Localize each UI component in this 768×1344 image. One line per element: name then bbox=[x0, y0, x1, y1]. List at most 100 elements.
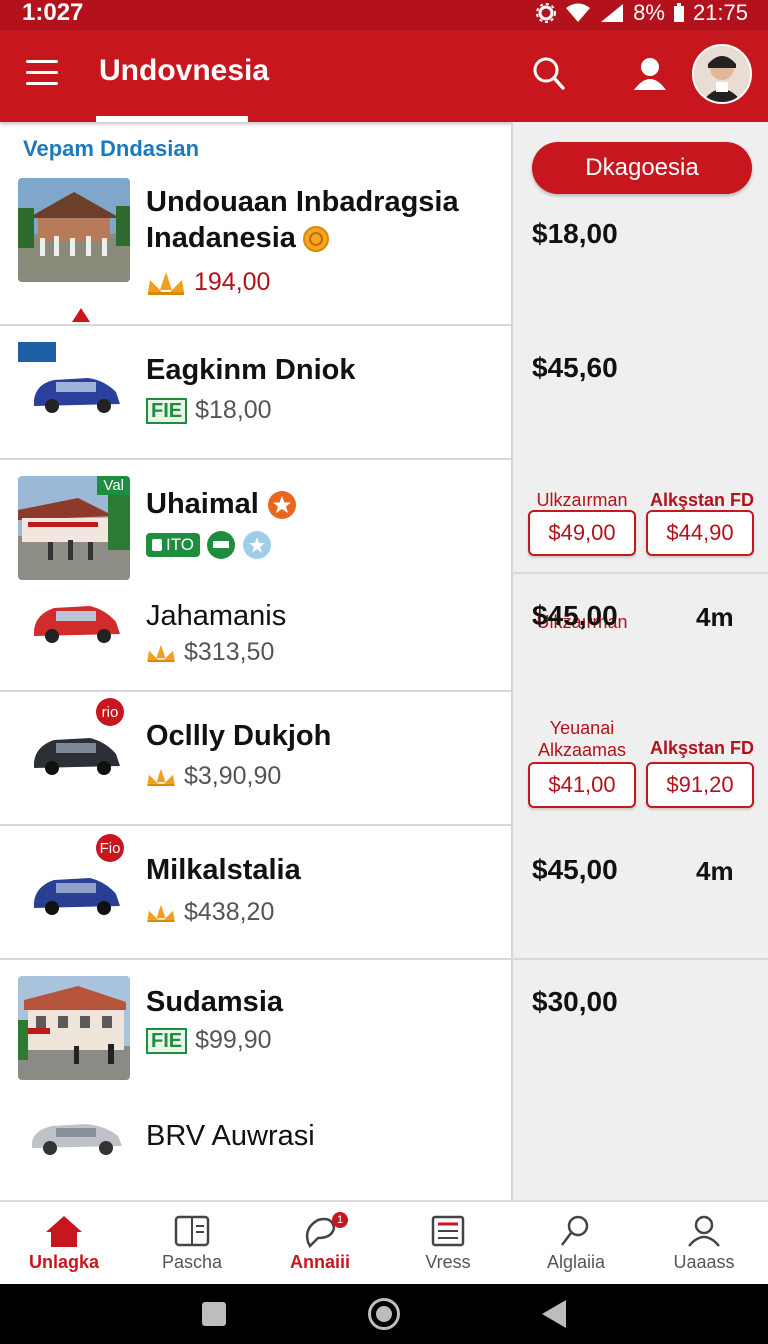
listing-photo bbox=[18, 976, 130, 1080]
home-icon bbox=[46, 1216, 82, 1247]
badge: rio bbox=[96, 698, 124, 726]
rating-value: 194,00 bbox=[194, 268, 271, 296]
tag: FIE bbox=[146, 1027, 188, 1054]
nav-label: Unlagka bbox=[28, 1252, 100, 1272]
price: $45,00 bbox=[532, 854, 618, 885]
listing-tags: ITO bbox=[146, 530, 272, 560]
settings-icon bbox=[536, 3, 557, 23]
battery-percent: 8% bbox=[633, 0, 665, 25]
car-image bbox=[34, 738, 120, 775]
listing-title: Jahamanis bbox=[146, 600, 287, 632]
listing-title: Ocllly Dukjoh bbox=[146, 720, 332, 752]
deal-option-button[interactable]: $49,00 bbox=[528, 510, 636, 556]
pin-icon bbox=[561, 1215, 589, 1246]
section-label[interactable]: Vepam Dndasian bbox=[23, 136, 199, 162]
listing-sub: FIE $99,90 bbox=[146, 1026, 272, 1055]
app-title: Undovnesia bbox=[99, 54, 270, 87]
nav-item-uaaass[interactable]: Uaaass bbox=[640, 1202, 768, 1284]
deal-label: Alkşstan FD bbox=[649, 738, 755, 758]
nav-label: Vress bbox=[425, 1252, 471, 1272]
status-time: 1:027 bbox=[22, 0, 84, 26]
nav-label: Annaiii bbox=[289, 1252, 350, 1272]
system-navigation-bar bbox=[0, 1284, 768, 1344]
listing-title: Sudamsia bbox=[146, 986, 283, 1018]
list-item[interactable]: Vepam Dndasian Undouaan Inbadragsia Inad… bbox=[0, 122, 768, 326]
sub-price: $18,00 bbox=[195, 396, 272, 424]
listing-title: Undouaan Inbadragsia bbox=[146, 186, 459, 218]
listing-title-line2: Inadanesia bbox=[146, 222, 330, 255]
status-bar: 1:027 8% 21:75 bbox=[0, 0, 768, 30]
deal-option-button[interactable]: $91,20 bbox=[646, 762, 754, 808]
tag: FIE bbox=[146, 397, 188, 424]
list-item[interactable]: Jahamanis $313,50 $45,00 4m bbox=[0, 574, 768, 692]
menu-icon[interactable] bbox=[26, 60, 58, 88]
listing-sub: FIE $18,00 bbox=[146, 396, 272, 425]
signal-icon bbox=[601, 4, 624, 22]
status-clock: 21:75 bbox=[692, 0, 748, 25]
distance: 4m bbox=[696, 856, 734, 886]
recents-button[interactable] bbox=[202, 1302, 226, 1326]
search-icon[interactable] bbox=[532, 56, 566, 92]
listing-title-text: Inadanesia bbox=[146, 222, 296, 254]
nav-badge: 1 bbox=[332, 1212, 348, 1228]
nav-item-algiaiia[interactable]: Alglaiia bbox=[512, 1202, 640, 1284]
badge: Fio bbox=[96, 834, 124, 862]
bottom-navigation: Unlagka Pascha 1 Annaiii Vress Alglaiia … bbox=[0, 1200, 768, 1284]
list-icon bbox=[431, 1215, 465, 1247]
account-icon[interactable] bbox=[632, 56, 668, 92]
app-bar: Undovnesia bbox=[0, 30, 768, 122]
lotus-icon bbox=[147, 768, 175, 786]
caret-up-icon bbox=[72, 308, 90, 322]
car-image bbox=[32, 1124, 122, 1155]
deal-label: Ulkzaırman bbox=[536, 490, 628, 510]
nav-label: Uaaass bbox=[673, 1252, 735, 1272]
listing-title: Eagkinm Dniok bbox=[146, 354, 356, 386]
price: $30,00 bbox=[532, 986, 618, 1017]
user-icon bbox=[688, 1215, 720, 1247]
list-item[interactable]: Eagkinm Dniok FIE $18,00 $45,60 bbox=[0, 324, 768, 460]
price: $45,00 bbox=[532, 600, 618, 631]
price: $18,00 bbox=[532, 218, 618, 249]
star-icon bbox=[243, 531, 272, 559]
nav-label: Pascha bbox=[161, 1252, 223, 1272]
tag: ITO bbox=[146, 533, 201, 557]
list-item[interactable]: Sudamsia FIE $99,90 $30,00 bbox=[0, 958, 768, 1088]
listing-rating: 194,00 bbox=[146, 268, 270, 297]
ticket-icon bbox=[207, 531, 236, 559]
sub-price: $438,20 bbox=[184, 898, 275, 926]
list-item[interactable]: BRV Auwrasi bbox=[0, 1088, 768, 1200]
lotus-icon bbox=[147, 644, 175, 662]
list-item[interactable]: rio Ocllly Dukjoh $3,90,90 Yeuanai Alkza… bbox=[0, 690, 768, 826]
distance: 4m bbox=[696, 602, 734, 632]
nav-item-pascha[interactable]: Pascha bbox=[128, 1202, 256, 1284]
price: $45,60 bbox=[532, 352, 618, 383]
deal-label: Yeuanai bbox=[549, 718, 615, 738]
sub-price: $99,90 bbox=[195, 1026, 272, 1054]
nav-item-home[interactable]: Unlagka bbox=[0, 1202, 128, 1284]
listing-photo: Val bbox=[18, 476, 130, 580]
thumb-label: Val bbox=[97, 476, 130, 495]
car-image bbox=[34, 378, 120, 413]
primary-action-button[interactable]: Dkagoesia bbox=[532, 142, 752, 194]
home-button[interactable] bbox=[368, 1298, 400, 1330]
nav-item-vress[interactable]: Vress bbox=[384, 1202, 512, 1284]
nav-label: Alglaiia bbox=[546, 1252, 606, 1272]
small-banner-icon bbox=[18, 342, 56, 362]
status-icons: 8% 21:75 bbox=[535, 0, 748, 26]
lotus-icon bbox=[148, 271, 184, 295]
listing-photo bbox=[18, 178, 130, 282]
medal-icon bbox=[302, 225, 329, 252]
back-button[interactable] bbox=[542, 1300, 566, 1328]
listing-title: BRV Auwrasi bbox=[146, 1120, 315, 1152]
document-icon bbox=[174, 1215, 210, 1247]
deal-label: Alkzaamas bbox=[537, 740, 627, 760]
deal-option-button[interactable]: $41,00 bbox=[528, 762, 636, 808]
deal-option-button[interactable]: $44,90 bbox=[646, 510, 754, 556]
avatar[interactable] bbox=[692, 44, 752, 104]
list-item[interactable]: Fio Milkalstalia $438,20 $45,00 4m bbox=[0, 824, 768, 960]
listing-title-text: Uhaimal bbox=[146, 488, 259, 520]
listing-title: Milkalstalia bbox=[146, 854, 301, 886]
battery-icon bbox=[673, 3, 684, 22]
tag-text: ITO bbox=[166, 535, 195, 554]
nav-item-annaiii[interactable]: 1 Annaiii bbox=[256, 1202, 384, 1284]
